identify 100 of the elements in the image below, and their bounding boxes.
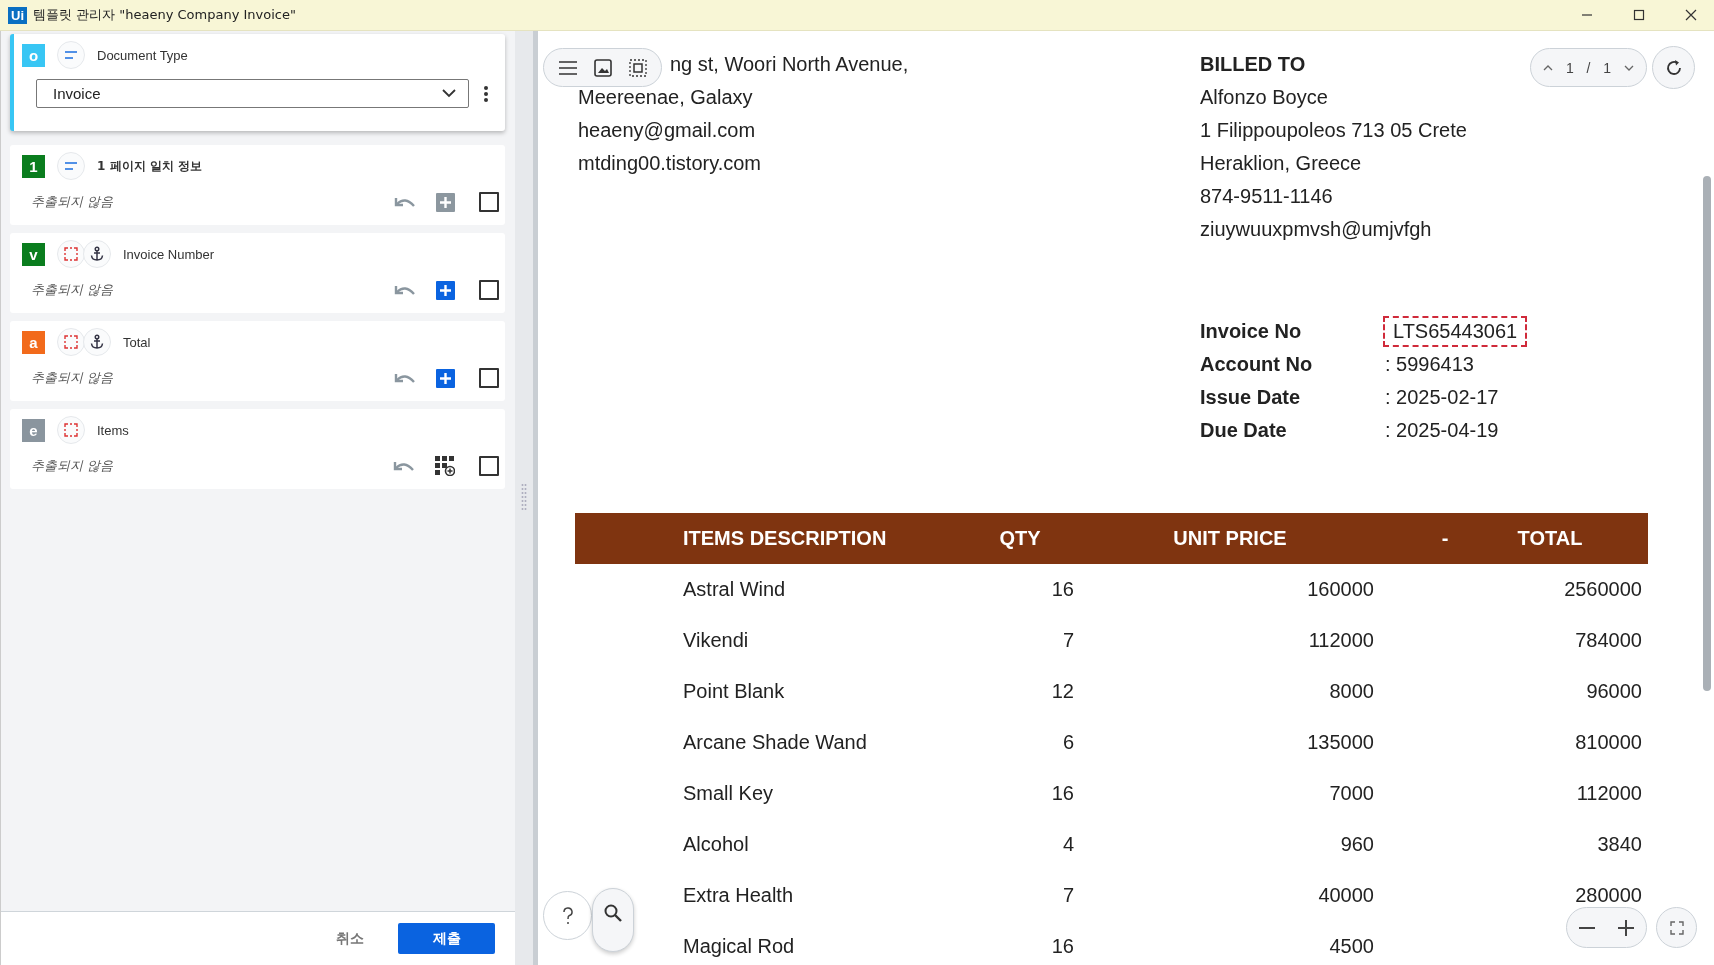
table-cell-text: 810000 [1574,731,1643,754]
undo-icon[interactable] [393,283,415,297]
table-cell-text: Astral Wind [682,578,787,601]
field-badge: e [22,418,45,442]
undo-icon[interactable] [393,371,415,385]
previous-page-icon[interactable] [1543,64,1553,71]
table-cell-text: 135000 [1306,731,1375,754]
field-label: Items [97,422,129,438]
drag-handle-icon[interactable] [521,483,527,513]
cancel-button[interactable]: 취소 [330,928,370,949]
fullscreen-button[interactable] [1656,907,1697,948]
text-type-icon [57,41,85,69]
billed-to-heading: BILLED TO [1200,52,1307,77]
anchor-icon [83,328,111,356]
table-cell-text: Small Key [682,782,775,805]
sender-text: Meereenae, Galaxy [578,85,754,110]
window-title: 템플릿 관리자 "heaeny Company Invoice" [33,6,296,24]
search-icon [603,903,623,923]
add-button[interactable] [436,368,455,388]
table-cell-text: 2560000 [1563,578,1643,601]
field-label: Invoice Number [123,246,215,262]
table-cell-text: Extra Health [682,884,795,907]
undo-icon[interactable] [393,195,415,209]
column-header: ITEMS DESCRIPTION [682,527,888,550]
field-badge: 1 [22,154,45,178]
field-badge: o [22,43,45,67]
billed-to-text: Alfonzo Boyce [1200,85,1329,110]
table-cell-text: 7000 [1328,782,1375,805]
extraction-status: 추출되지 않음 [31,457,114,475]
table-cell-text: Magical Rod [682,935,796,958]
field-card[interactable]: o Document Type Invoice [10,34,505,131]
undo-icon[interactable] [392,459,414,473]
table-cell-text: 112000 [1307,629,1375,652]
table-cell-text: 280000 [1574,884,1643,907]
more-icon[interactable] [483,84,489,103]
field-label: Document Type [97,47,188,63]
table-cell-text: 160000 [1306,578,1375,601]
extraction-status: 추출되지 않음 [31,369,114,387]
table-cell-text: 40000 [1317,884,1375,907]
fullscreen-icon [1669,920,1684,935]
maximize-icon[interactable] [1633,9,1645,21]
table-cell-text: Vikendi [682,629,750,652]
field-card[interactable]: a Total 추출되지 않음 [10,321,505,401]
anchor-icon [83,240,111,268]
detail-value: : 5996413 [1384,352,1475,377]
detail-label: Issue Date [1200,386,1302,409]
column-header: QTY [998,527,1042,550]
field-label: Total [123,334,151,350]
billed-to-text: 874-9511-1146 [1200,184,1334,209]
table-cell-text: 4 [1061,833,1075,856]
checkbox[interactable] [479,192,499,212]
field-card[interactable]: 1 1 페이지 일치 정보 추출되지 않음 [10,145,505,225]
detail-label: Invoice No [1200,320,1303,343]
help-icon [561,906,574,925]
table-cell-text: Alcohol [682,833,750,856]
table-cell-text: 7 [1061,884,1075,907]
table-cell-text: 7 [1061,629,1075,652]
image-icon[interactable] [593,58,612,77]
rotate-button[interactable] [1652,46,1695,89]
region-icon [57,328,85,356]
extraction-status: 추출되지 않음 [31,193,114,211]
table-cell-text: Arcane Shade Wand [682,731,868,754]
extraction-status: 추출되지 않음 [31,281,114,299]
checkbox[interactable] [479,280,499,300]
sender-text: mtding00.tistory.com [578,151,763,176]
table-cell-text: 112000 [1575,782,1643,805]
sender-text: ng st, Woori North Avenue, [670,52,910,77]
highlighted-value: LTS65443061 [1383,316,1528,347]
menu-icon[interactable] [558,60,577,75]
table-cell-text: 12 [1050,680,1075,703]
field-card[interactable]: v Invoice Number 추출되지 않음 [10,233,505,313]
zoom-out-icon[interactable] [1578,926,1595,929]
zoom-in-icon[interactable] [1618,919,1635,936]
add-table-icon[interactable] [435,456,455,476]
checkbox[interactable] [479,456,499,476]
column-header: - [1440,527,1450,550]
table-cell-text: 16 [1050,578,1075,601]
table-cell-text: 784000 [1574,629,1643,652]
close-icon[interactable] [1685,9,1697,21]
add-button[interactable] [436,280,455,300]
document-type-dropdown[interactable]: Invoice [36,79,469,108]
select-region-icon[interactable] [628,58,647,77]
next-page-icon[interactable] [1624,64,1634,71]
field-badge: a [22,330,45,354]
column-header: TOTAL [1516,527,1584,550]
scrollbar[interactable] [1703,176,1711,691]
app-logo: Ui [8,6,27,24]
table-cell-text: 8000 [1328,680,1375,703]
field-label: 1 페이지 일치 정보 [97,157,202,175]
checkbox[interactable] [479,368,499,388]
detail-value: : 2025-02-17 [1384,385,1500,410]
sender-text: heaeny@gmail.com [578,118,757,143]
submit-button[interactable]: 제출 [398,923,495,954]
search-button[interactable] [592,888,634,952]
field-card[interactable]: e Items 추출되지 않음 [10,409,505,489]
table-cell-text: 3840 [1596,833,1643,856]
billed-to-text: 1 Filippoupoleos 713 05 Crete [1200,118,1467,143]
table-cell-text: 16 [1050,782,1075,805]
billed-to-text: Heraklion, Greece [1200,151,1363,176]
chevron-down-icon [442,89,456,98]
